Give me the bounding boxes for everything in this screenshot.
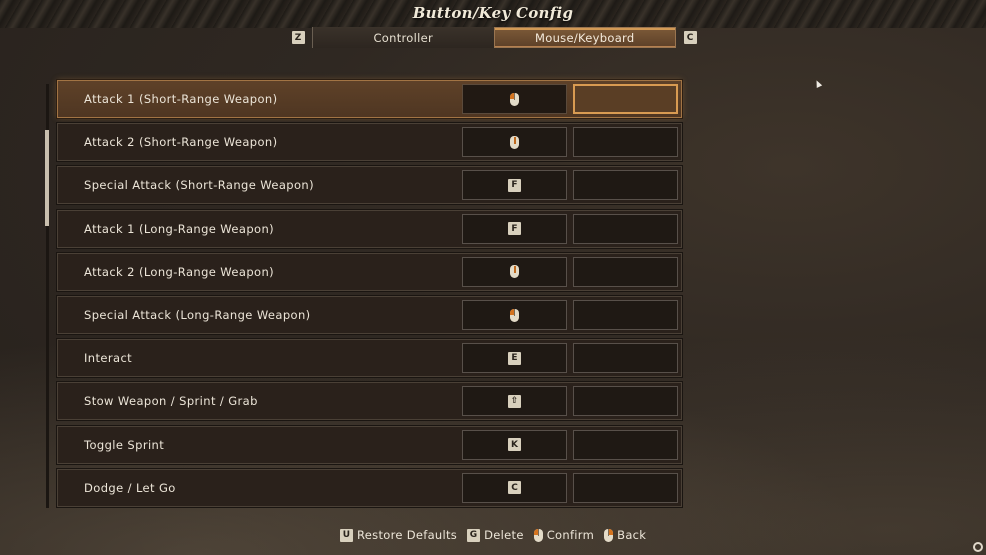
loading-indicator-icon (973, 542, 983, 552)
action-label: Attack 2 (Long-Range Weapon) (84, 264, 275, 279)
action-label: Toggle Sprint (84, 437, 165, 452)
tab-prev-hint[interactable]: Z (284, 27, 312, 48)
secondary-binding-slot[interactable] (573, 343, 678, 374)
scrollbar[interactable] (45, 84, 49, 508)
tab-bar: Z Controller Mouse/Keyboard C (284, 27, 704, 48)
secondary-binding-slot[interactable] (573, 256, 678, 287)
mouse-left-click-icon (510, 308, 519, 322)
primary-binding-slot[interactable]: K (462, 429, 567, 460)
binding-row[interactable]: Dodge / Let Go C (57, 468, 682, 507)
key-icon: F (508, 222, 521, 236)
tab-next-hint[interactable]: C (676, 27, 704, 48)
binding-list: Attack 1 (Short-Range Weapon) Attack 2 (S… (45, 78, 688, 510)
action-label: Interact (84, 351, 133, 366)
secondary-binding-slot[interactable] (573, 170, 678, 201)
binding-row[interactable]: Attack 1 (Short-Range Weapon) (57, 80, 682, 118)
action-label: Dodge / Let Go (84, 480, 176, 495)
mouse-left-click-icon (533, 528, 543, 542)
key-icon: F (508, 178, 521, 192)
restore-defaults-button[interactable]: U Restore Defaults (340, 528, 457, 542)
primary-binding-slot[interactable] (462, 300, 567, 330)
key-icon: ⇧ (508, 394, 521, 408)
key-icon: C (508, 481, 521, 495)
back-button[interactable]: Back (604, 528, 646, 542)
secondary-binding-slot[interactable] (573, 84, 678, 114)
confirm-button[interactable]: Confirm (533, 528, 595, 542)
restore-defaults-label: Restore Defaults (357, 528, 458, 542)
tab-mouse-keyboard[interactable]: Mouse/Keyboard (493, 27, 676, 48)
primary-binding-slot[interactable]: E (462, 343, 567, 374)
page-title: Button/Key Config (412, 4, 574, 22)
binding-row[interactable]: Attack 2 (Short-Range Weapon) (57, 123, 682, 162)
back-label: Back (617, 528, 647, 542)
primary-binding-slot[interactable]: C (462, 472, 567, 503)
tab-controller[interactable]: Controller (312, 27, 494, 48)
key-icon: K (508, 438, 521, 452)
key-icon: E (508, 351, 521, 365)
binding-row[interactable]: Special Attack (Short-Range Weapon) F (57, 166, 682, 205)
primary-binding-slot[interactable]: F (462, 213, 567, 244)
footer-hints: U Restore Defaults G Delete Confirm Back (340, 526, 646, 544)
mouse-right-click-icon (604, 528, 614, 542)
mouse-cursor-icon (813, 79, 823, 88)
confirm-label: Confirm (546, 528, 595, 542)
z-key-icon: Z (291, 31, 305, 44)
c-key-icon: C (683, 31, 697, 44)
binding-row[interactable]: Toggle Sprint K (57, 425, 682, 464)
scrollbar-thumb[interactable] (45, 130, 49, 226)
binding-row[interactable]: Stow Weapon / Sprint / Grab ⇧ (57, 382, 682, 421)
secondary-binding-slot[interactable] (573, 300, 678, 330)
binding-row[interactable]: Attack 1 (Long-Range Weapon) F (57, 209, 682, 248)
secondary-binding-slot[interactable] (573, 429, 678, 460)
delete-label: Delete (484, 528, 524, 542)
g-key-icon: G (467, 528, 481, 542)
binding-row[interactable]: Attack 2 (Long-Range Weapon) (57, 252, 682, 291)
binding-row[interactable]: Interact E (57, 339, 682, 378)
secondary-binding-slot[interactable] (573, 127, 678, 158)
primary-binding-slot[interactable]: ⇧ (462, 386, 567, 417)
delete-button[interactable]: G Delete (467, 528, 524, 542)
u-key-icon: U (340, 528, 353, 542)
mouse-middle-click-icon (510, 135, 519, 149)
secondary-binding-slot[interactable] (573, 213, 678, 244)
secondary-binding-slot[interactable] (573, 472, 678, 503)
action-label: Attack 1 (Short-Range Weapon) (84, 92, 278, 106)
action-label: Stow Weapon / Sprint / Grab (84, 394, 258, 409)
secondary-binding-slot[interactable] (573, 386, 678, 417)
mouse-left-click-icon (510, 92, 519, 106)
binding-row[interactable]: Special Attack (Long-Range Weapon) (57, 296, 682, 334)
action-label: Attack 2 (Short-Range Weapon) (84, 135, 278, 150)
mouse-middle-click-icon (510, 265, 519, 279)
action-label: Special Attack (Long-Range Weapon) (84, 308, 311, 322)
action-label: Attack 1 (Long-Range Weapon) (84, 221, 275, 236)
primary-binding-slot[interactable] (462, 127, 567, 158)
action-label: Special Attack (Short-Range Weapon) (84, 178, 314, 193)
primary-binding-slot[interactable]: F (462, 170, 567, 201)
primary-binding-slot[interactable] (462, 84, 567, 114)
primary-binding-slot[interactable] (462, 256, 567, 287)
